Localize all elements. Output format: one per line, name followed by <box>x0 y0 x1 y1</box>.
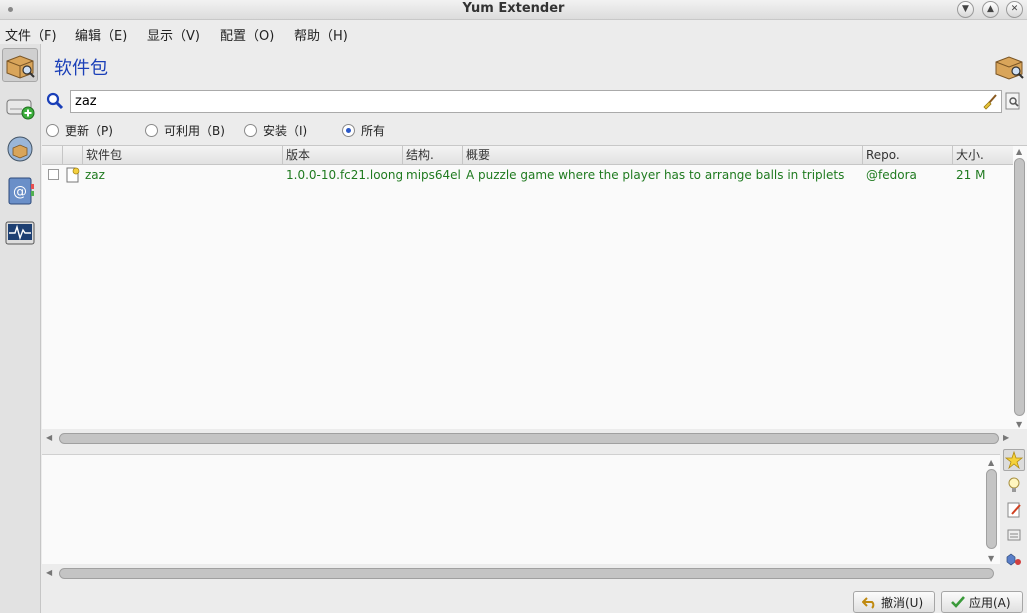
radio-button[interactable] <box>145 124 158 137</box>
menu-file[interactable]: 文件（F) <box>5 25 57 44</box>
sidebar-packages-button[interactable] <box>2 48 38 82</box>
package-box-icon <box>6 55 35 79</box>
scrollbar-thumb[interactable] <box>1014 158 1025 416</box>
star-icon <box>1005 451 1023 469</box>
table-horizontal-scrollbar[interactable]: ◀ ▶ <box>42 429 1027 447</box>
sidebar-output-button[interactable] <box>2 216 38 250</box>
cell-version: 1.0.0-10.fc21.loongson <box>286 168 402 182</box>
column-repo[interactable]: Repo. <box>862 146 952 165</box>
radio-button[interactable] <box>244 124 257 137</box>
info-description-button[interactable] <box>1003 449 1025 471</box>
window-title: Yum Extender <box>462 1 565 16</box>
filter-radio-group: 更新（P) 可利用（B) 安装（I) 所有 <box>46 122 646 138</box>
filter-updates[interactable]: 更新（P) <box>46 122 113 139</box>
info-vertical-scrollbar[interactable]: ▲ ▼ <box>985 457 998 565</box>
scroll-left-arrow-icon[interactable]: ◀ <box>46 434 52 442</box>
cell-repo: @fedora <box>866 168 917 182</box>
clear-search-icon[interactable] <box>981 93 998 113</box>
row-checkbox[interactable] <box>48 169 59 180</box>
scrollbar-thumb[interactable] <box>59 568 994 579</box>
scrollbar-thumb[interactable] <box>986 469 997 549</box>
undo-button-label: 撤消(U) <box>881 595 924 610</box>
filter-available-label: 可利用（B) <box>164 124 225 138</box>
menu-view[interactable]: 显示（V) <box>147 25 200 44</box>
close-icon[interactable]: ✕ <box>1006 1 1023 18</box>
address-book-icon: @ <box>8 177 34 205</box>
page-title: 软件包 <box>54 58 108 79</box>
radio-button-selected[interactable] <box>342 124 355 137</box>
drive-add-icon <box>6 99 35 120</box>
globe-package-icon <box>7 136 33 162</box>
radio-button[interactable] <box>46 124 59 137</box>
cell-summary: A puzzle game where the player has to ar… <box>466 168 845 182</box>
title-bar: Yum Extender ▼ ▲ ✕ <box>0 0 1027 20</box>
cell-package-name: zaz <box>85 168 105 182</box>
edit-note-icon <box>1007 502 1021 518</box>
sidebar-groups-button[interactable] <box>2 90 38 124</box>
scroll-down-arrow-icon[interactable]: ▼ <box>988 555 994 563</box>
table-vertical-scrollbar[interactable]: ▲ ▼ <box>1013 146 1026 431</box>
filter-installed[interactable]: 安装（I) <box>244 122 307 139</box>
column-summary[interactable]: 概要 <box>462 146 862 165</box>
undo-button[interactable]: 撤消(U) <box>853 591 935 613</box>
column-version[interactable]: 版本 <box>282 146 402 165</box>
info-updateinfo-button[interactable] <box>1003 474 1025 496</box>
column-arch[interactable]: 结构. <box>402 146 462 165</box>
menu-config[interactable]: 配置（O) <box>220 25 274 44</box>
sidebar-repos-button[interactable]: @ <box>2 174 38 208</box>
filter-all[interactable]: 所有 <box>342 122 385 139</box>
column-select[interactable] <box>42 146 62 165</box>
svg-text:@: @ <box>13 184 27 200</box>
filter-installed-label: 安装（I) <box>263 124 308 138</box>
info-tools <box>1002 449 1027 579</box>
undo-arrow-icon <box>862 597 875 609</box>
sidebar-history-button[interactable] <box>2 132 38 166</box>
info-deps-button[interactable] <box>1003 549 1025 571</box>
search-input[interactable] <box>75 93 975 110</box>
search-options-icon[interactable] <box>1005 92 1021 113</box>
search-box <box>70 90 1002 113</box>
filter-all-label: 所有 <box>361 124 386 138</box>
info-horizontal-scrollbar[interactable]: ◀ <box>42 564 1000 582</box>
apply-button-label: 应用(A) <box>969 595 1011 610</box>
cell-arch: mips64el <box>406 168 461 182</box>
filter-updates-label: 更新（P) <box>65 124 113 138</box>
checkmark-icon <box>951 596 965 608</box>
scroll-up-arrow-icon[interactable]: ▲ <box>988 459 994 467</box>
main-area: 软件包 zaz 更新（P) 可利用（B) 安装（I) 所有 软件包 版本 结构.… <box>42 44 1027 613</box>
apply-button[interactable]: 应用(A) <box>941 591 1023 613</box>
scroll-right-arrow-icon[interactable]: ▶ <box>1003 434 1009 442</box>
info-files-button[interactable] <box>1003 524 1025 546</box>
monitor-pulse-icon <box>5 221 35 245</box>
dependencies-icon <box>1006 553 1021 566</box>
scrollbar-thumb[interactable] <box>59 433 999 444</box>
menu-edit[interactable]: 编辑（E) <box>75 25 127 44</box>
column-status[interactable] <box>62 146 82 165</box>
filter-available[interactable]: 可利用（B) <box>145 122 225 139</box>
search-icon <box>46 92 64 113</box>
scroll-left-arrow-icon[interactable]: ◀ <box>46 569 52 577</box>
package-table: 软件包 版本 结构. 概要 Repo. 大小. zaz 1.0.0-10.fc2… <box>42 145 1027 443</box>
package-header-icon <box>993 52 1025 83</box>
table-header: 软件包 版本 结构. 概要 Repo. 大小. <box>42 146 1013 165</box>
column-package[interactable]: 软件包 <box>82 146 282 165</box>
package-status-icon <box>65 167 81 186</box>
menu-bar: 文件（F) 编辑（E) 显示（V) 配置（O) 帮助（H) <box>0 21 1027 44</box>
action-bar: 撤消(U) 应用(A) <box>42 589 1027 613</box>
scroll-up-arrow-icon[interactable]: ▲ <box>1016 148 1022 156</box>
minimize-icon[interactable]: ▼ <box>957 1 974 18</box>
menu-help[interactable]: 帮助（H) <box>294 25 348 44</box>
file-list-icon <box>1007 529 1021 541</box>
search-row <box>46 90 1021 114</box>
package-info-pane: ▲ ▼ <box>42 454 1000 567</box>
maximize-icon[interactable]: ▲ <box>982 1 999 18</box>
table-row[interactable]: zaz 1.0.0-10.fc21.loongson mips64el A pu… <box>42 165 1013 185</box>
cell-size: 21 M <box>956 168 986 182</box>
column-size[interactable]: 大小. <box>952 146 1013 165</box>
lightbulb-icon <box>1008 477 1020 492</box>
scroll-down-arrow-icon[interactable]: ▼ <box>1016 421 1022 429</box>
sidebar: @ <box>0 44 41 613</box>
info-changelog-button[interactable] <box>1003 499 1025 521</box>
